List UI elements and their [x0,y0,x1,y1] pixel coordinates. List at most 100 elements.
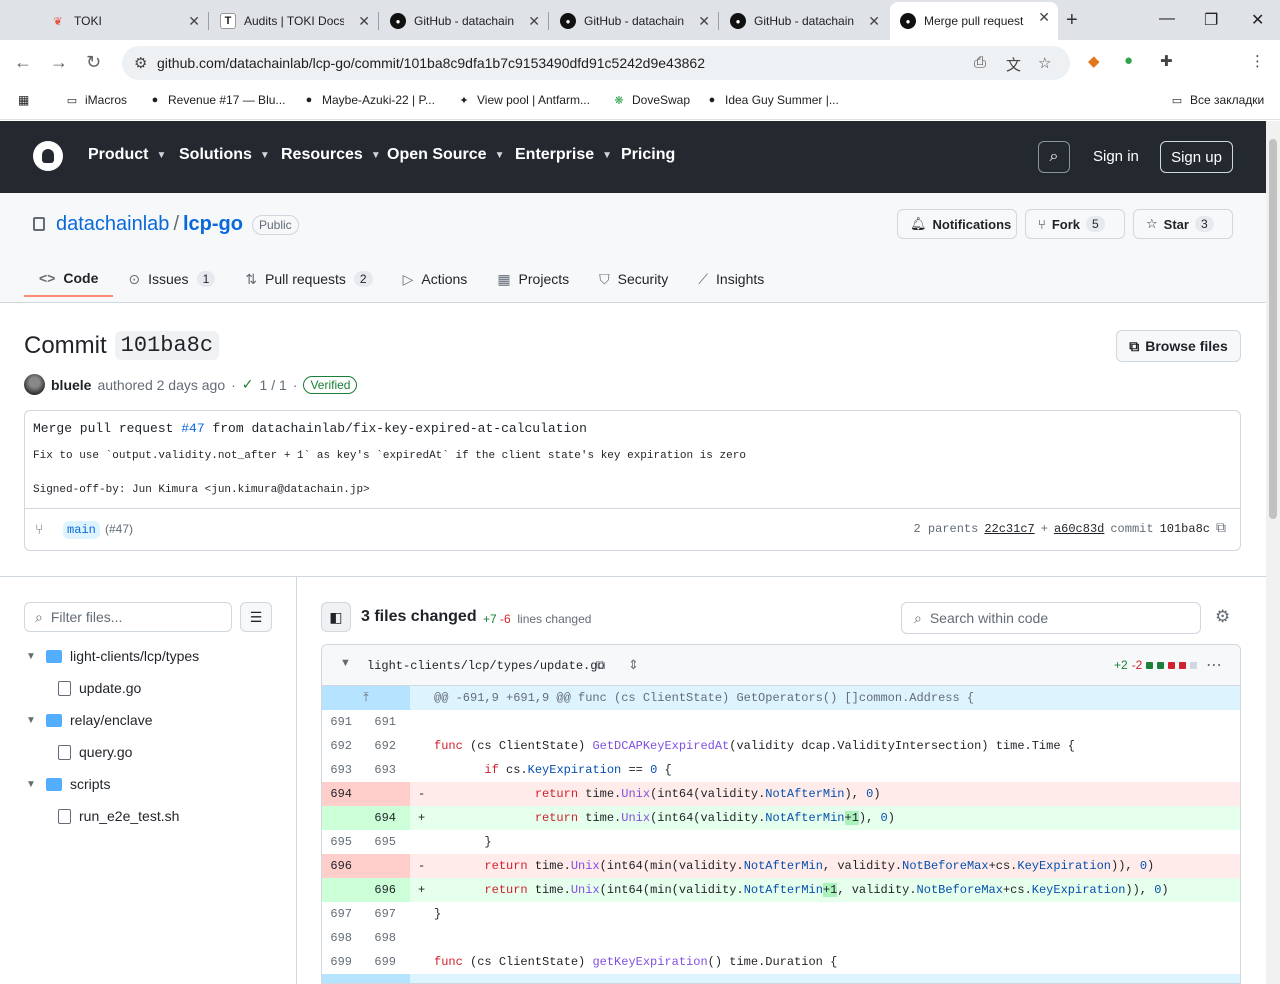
tab-insights[interactable]: ⟋ Insights [683,261,779,297]
tab-security[interactable]: ⛉ Security [584,261,683,297]
notifications-button[interactable]: 🔔︎ Notifications [897,209,1017,239]
forward-icon[interactable]: → [50,52,68,73]
page-scrollbar[interactable] [1266,121,1280,984]
new-line-number[interactable]: 691 [366,710,410,734]
site-info-icon[interactable]: ⚙ [134,54,147,72]
new-line-number[interactable]: 692 [366,734,410,758]
old-line-number[interactable]: 697 [322,902,366,926]
maximize-icon[interactable]: ❐ [1204,10,1218,30]
author-link[interactable]: bluele [51,377,91,393]
tree-file[interactable]: update.go [58,680,141,696]
metamask-extension-icon[interactable]: ◆ [1088,52,1100,70]
check-icon[interactable]: ✓ [242,376,254,393]
old-line-number[interactable]: 692 [322,734,366,758]
old-line-number[interactable]: 699 [322,950,366,974]
star-button[interactable]: ☆ Star 3 [1133,209,1233,239]
minimize-icon[interactable]: — [1159,10,1175,28]
github-logo-icon[interactable] [33,141,63,171]
browser-tab[interactable]: ● GitHub - datachain ✕ [380,6,548,36]
expand-all-icon[interactable]: ⇕ [628,657,639,673]
browser-tab[interactable]: ● GitHub - datachain ✕ [720,6,888,36]
translate-icon[interactable]: 文 [1006,54,1021,75]
repo-name-link[interactable]: lcp-go [183,213,243,235]
toggle-file-tree-button[interactable]: ◧ [321,602,351,632]
nav-product[interactable]: Product ▼ [88,146,166,164]
search-button[interactable]: ⌕ [1038,141,1070,173]
parent-sha-link[interactable]: a60c83d [1054,522,1104,536]
tab-issues[interactable]: ⊙ Issues 1 [113,261,230,297]
old-line-number[interactable] [322,806,366,830]
new-line-number[interactable]: 697 [366,902,410,926]
old-line-number[interactable]: 695 [322,830,366,854]
new-line-number[interactable]: 699 [366,950,410,974]
branch-label[interactable]: main [63,521,100,539]
tab-actions[interactable]: ▷ Actions [388,261,483,297]
menu-kebab-icon[interactable]: ⋮ [1250,52,1265,70]
install-icon[interactable]: ⎙ [974,54,986,71]
frog-extension-icon[interactable]: ● [1124,52,1133,69]
close-icon[interactable]: ✕ [868,13,880,30]
nav-pricing[interactable]: Pricing [621,146,675,164]
all-bookmarks[interactable]: ▭ Все закладки [1170,93,1264,107]
bookmark-item[interactable]: ● Revenue #17 — Blu... [148,93,286,107]
fork-button[interactable]: ⑂ Fork 5 [1025,209,1125,239]
repo-owner-link[interactable]: datachainlab [56,213,169,235]
new-line-number[interactable]: 696 [366,878,410,902]
sign-up-button[interactable]: Sign up [1160,141,1233,173]
bookmark-item[interactable]: ✦ View pool | Antfarm... [457,93,590,107]
tab-pull-requests[interactable]: ⇅ Pull requests 2 [230,261,387,297]
new-line-number[interactable]: 694 [366,806,410,830]
close-icon[interactable]: ✕ [1038,9,1050,26]
filter-options-button[interactable]: ☰ [240,602,272,632]
browser-tab[interactable]: ❦ TOKI ✕ [40,6,208,36]
browse-files-button[interactable]: ⧉ Browse files [1116,330,1241,362]
pr-link[interactable]: #47 [181,421,204,436]
back-icon[interactable]: ← [14,52,32,73]
old-line-number[interactable] [322,878,366,902]
new-line-number[interactable]: 698 [366,926,410,950]
expand-up-icon[interactable]: ⤒ [322,686,410,710]
scrollbar-thumb[interactable] [1269,139,1277,519]
new-line-number[interactable]: 693 [366,758,410,782]
tab-code[interactable]: <> Code [24,261,114,297]
close-icon[interactable]: ✕ [358,13,370,30]
window-close-icon[interactable]: ✕ [1251,10,1264,30]
nav-solutions[interactable]: Solutions ▼ [179,146,270,164]
kebab-menu-icon[interactable]: ⋯ [1206,655,1222,675]
close-icon[interactable]: ✕ [188,13,200,30]
apps-grid-icon[interactable]: ▦ [18,93,29,107]
tree-folder[interactable]: ▼ relay/enclave [26,712,153,728]
parent-sha-link[interactable]: 22c31c7 [984,522,1034,536]
tree-file[interactable]: query.go [58,744,132,760]
bookmark-folder-imacros[interactable]: ▭ iMacros [65,93,127,107]
old-line-number[interactable]: 696 [322,854,366,878]
sign-in-link[interactable]: Sign in [1093,148,1139,165]
browser-tab[interactable]: T Audits | TOKI Docs ✕ [210,6,378,36]
expand-down-icon[interactable]: ⋯ [322,974,410,983]
nav-resources[interactable]: Resources ▼ [281,146,381,164]
checks-count[interactable]: 1 / 1 [260,377,287,393]
close-icon[interactable]: ✕ [528,13,540,30]
bookmark-item[interactable]: ● Maybe-Azuki-22 | P... [302,93,435,107]
old-line-number[interactable]: 691 [322,710,366,734]
browser-tab-active[interactable]: ● Merge pull request ✕ [890,2,1058,40]
bookmark-item[interactable]: ● Idea Guy Summer |... [705,93,839,107]
address-bar[interactable]: ⚙ github.com/datachainlab/lcp-go/commit/… [122,46,1070,80]
old-line-number[interactable]: 693 [322,758,366,782]
gear-icon[interactable]: ⚙ [1215,607,1230,627]
verified-badge[interactable]: Verified [303,375,358,394]
reload-icon[interactable]: ↻ [86,52,101,73]
filter-files-input[interactable]: ⌕ Filter files... [24,602,232,632]
new-line-number[interactable] [366,782,410,806]
browser-tab[interactable]: ● GitHub - datachain ✕ [550,6,718,36]
extensions-icon[interactable]: ✚ [1160,52,1173,70]
copy-icon[interactable]: ⧉ [596,657,605,673]
bookmark-star-icon[interactable]: ☆ [1038,54,1051,72]
tree-folder[interactable]: ▼ scripts [26,776,110,792]
new-tab-icon[interactable]: + [1066,9,1078,32]
bookmark-item[interactable]: ❋ DoveSwap [612,93,690,107]
chevron-down-icon[interactable]: ▼ [340,657,351,669]
nav-enterprise[interactable]: Enterprise ▼ [515,146,612,164]
copy-icon[interactable]: ⧉ [1216,521,1226,537]
tree-folder[interactable]: ▼ light-clients/lcp/types [26,648,199,664]
